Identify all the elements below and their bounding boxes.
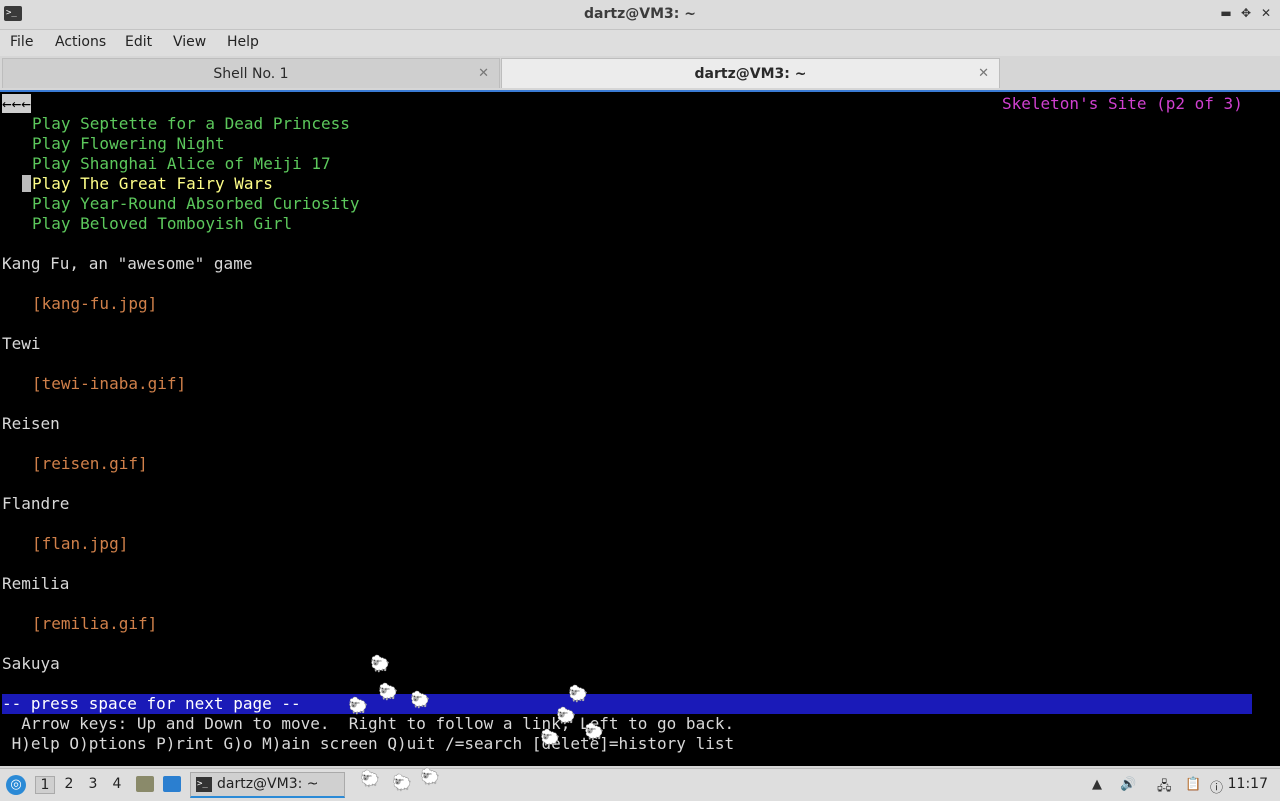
image-link[interactable]: [reisen.gif] [32,454,148,474]
link-item[interactable]: Play Year-Round Absorbed Curiosity [32,194,360,214]
menu-help[interactable]: Help [227,34,259,50]
window-titlebar: >_ dartz@VM3: ~ ▬ ✥ ✕ [0,0,1280,30]
file-manager-icon[interactable] [136,776,154,792]
terminal-view[interactable]: ←←← Skeleton's Site (p2 of 3) Play Septe… [0,90,1280,766]
workspace-4[interactable]: 4 [108,776,126,792]
sheep-sprite-icon: 🐑 [584,722,604,741]
sheep-sprite-icon: 🐑 [556,706,576,725]
sheep-sprite-icon: 🐑 [392,773,412,792]
image-link[interactable]: [kang-fu.jpg] [32,294,157,314]
network-icon[interactable]: 🖧 [1157,777,1172,799]
link-item-selected[interactable]: Play The Great Fairy Wars [32,174,273,194]
entry-name: Reisen [2,414,60,433]
menu-edit[interactable]: Edit [125,34,152,50]
entry-name: Flandre [2,494,70,513]
help-line-1: Arrow keys: Up and Down to move. Right t… [2,714,735,733]
start-menu-icon[interactable]: ◎ [6,775,26,795]
sheep-sprite-icon: 🐑 [410,690,430,709]
entry-name: Sakuya [2,654,60,673]
tab-label: Shell No. 1 [213,66,289,82]
image-link[interactable]: [tewi-inaba.gif] [32,374,186,394]
tab-label: dartz@VM3: ~ [694,66,807,82]
link-item[interactable]: Play Flowering Night [32,134,225,154]
help-line-2: H)elp O)ptions P)rint G)o M)ain screen Q… [2,734,735,753]
updates-icon[interactable]: ⓘ [1210,777,1223,796]
menu-file[interactable]: File [10,34,33,50]
sheep-sprite-icon: 🐑 [420,767,440,786]
sheep-sprite-icon: 🐑 [360,769,380,788]
tab-close-icon[interactable]: ✕ [978,59,989,89]
task-label: dartz@VM3: ~ [217,776,319,792]
taskbar-task-terminal[interactable]: >_ dartz@VM3: ~ [190,772,345,798]
sheep-sprite-icon: 🐑 [370,654,390,673]
cursor [22,174,31,194]
tray-arrow-icon[interactable]: ▲ [1092,777,1102,792]
image-link[interactable]: [remilia.gif] [32,614,157,634]
tab-bar: Shell No. 1 ✕ dartz@VM3: ~ ✕ [0,56,1280,90]
clock[interactable]: 11:17 [1228,776,1268,792]
minimize-button[interactable]: ▬ [1218,6,1234,20]
menu-bar: File Actions Edit View Help [0,30,1280,56]
clipboard-icon[interactable]: 📋 [1185,777,1201,792]
page-title: Skeleton's Site (p2 of 3) [1002,94,1243,113]
tab-shell-1[interactable]: Shell No. 1 ✕ [2,58,500,88]
entry-name: Kang Fu, an "awesome" game [2,254,253,273]
menu-view[interactable]: View [173,34,206,50]
workspace-1[interactable]: 1 [35,776,55,794]
window-title: dartz@VM3: ~ [584,6,696,22]
menu-actions[interactable]: Actions [55,34,106,50]
workspace-2[interactable]: 2 [60,776,78,792]
show-desktop-icon[interactable] [163,776,181,792]
link-item[interactable]: Play Septette for a Dead Princess [32,114,350,134]
sheep-sprite-icon: 🐑 [348,696,368,715]
sheep-sprite-icon: 🐑 [378,682,398,701]
pager-status: -- press space for next page -- [2,694,1252,714]
terminal-icon: >_ [196,777,212,792]
taskbar: ◎ 1 2 3 4 >_ dartz@VM3: ~ 🐑 🐑 🐑 ▲ 🔊 🖧 📋 … [0,768,1280,801]
volume-icon[interactable]: 🔊 [1120,777,1136,792]
sheep-sprite-icon: 🐑 [540,728,560,747]
maximize-button[interactable]: ✥ [1238,6,1254,20]
sheep-sprite-icon: 🐑 [568,684,588,703]
image-link[interactable]: [flan.jpg] [32,534,128,554]
tab-dartz[interactable]: dartz@VM3: ~ ✕ [501,58,1000,88]
workspace-3[interactable]: 3 [84,776,102,792]
entry-name: Remilia [2,574,70,593]
back-link[interactable]: ←←← [2,94,31,114]
tab-close-icon[interactable]: ✕ [478,59,489,89]
link-item[interactable]: Play Shanghai Alice of Meiji 17 [32,154,331,174]
entry-name: Tewi [2,334,41,353]
close-window-button[interactable]: ✕ [1258,6,1274,20]
link-item[interactable]: Play Beloved Tomboyish Girl [32,214,292,234]
